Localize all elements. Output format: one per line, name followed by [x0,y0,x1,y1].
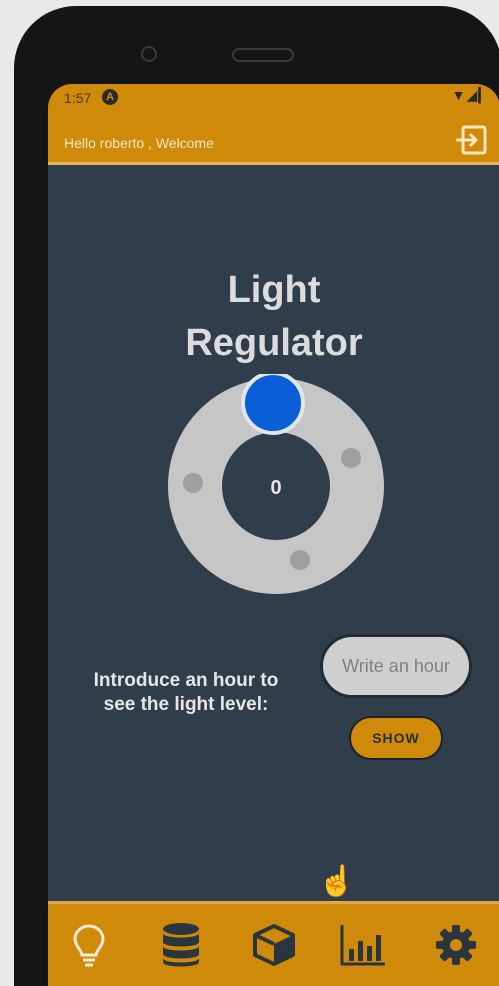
hour-prompt: Introduce an hour to see the light level… [66,669,306,717]
dial-step-marker [341,448,361,468]
dial-value: 0 [270,477,281,499]
status-icons: ▼◢▎ [451,87,490,103]
bottom-nav [48,901,499,986]
light-dial-graphic: 0 [168,371,384,594]
status-time: 1:57 [64,90,92,106]
nav-item-stats[interactable] [333,916,393,974]
hour-prompt-line1: Introduce an hour to [93,670,279,691]
logout-icon [456,125,487,155]
nav-item-database[interactable] [151,916,211,974]
cube-icon [253,924,295,966]
bar-chart-icon [340,925,385,966]
logout-button[interactable] [454,124,488,156]
phone-frame: 1:57 A ▼◢▎ Hello roberto , Welcome Light… [14,6,499,986]
light-dial[interactable]: 0 [164,371,388,598]
app-header: 1:57 A ▼◢▎ Hello roberto , Welcome [48,84,499,165]
page-title-line2: Regulator [185,322,363,364]
camera-icon [141,46,157,62]
status-badge: A [102,89,118,105]
dial-knob[interactable] [241,371,305,435]
speaker-grille [232,48,294,62]
gear-icon [436,925,476,965]
dial-step-marker [290,550,310,570]
nav-item-cube[interactable] [244,916,304,974]
hour-prompt-line2: see the light level: [103,694,269,715]
nav-item-light[interactable] [59,916,119,974]
lightbulb-icon [73,924,105,967]
database-icon [163,923,199,967]
nav-item-settings[interactable] [426,916,486,974]
welcome-text: Hello roberto , Welcome [64,135,214,151]
dial-step-marker [183,473,203,493]
page-title-line1: Light [227,269,321,311]
show-button[interactable]: SHOW [349,716,443,760]
hour-input[interactable] [320,634,472,698]
pointer-hand-icon: ☝ [318,865,356,898]
app-screen: 1:57 A ▼◢▎ Hello roberto , Welcome Light… [48,84,499,986]
